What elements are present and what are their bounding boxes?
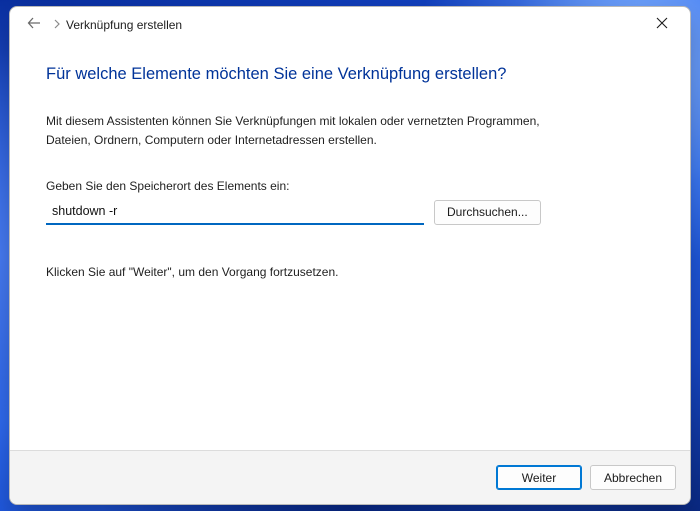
back-button[interactable] [20, 11, 48, 39]
cancel-button[interactable]: Abbrechen [590, 465, 676, 490]
chevron-right-icon [52, 16, 62, 34]
close-button[interactable] [640, 10, 684, 40]
breadcrumb-separator [48, 16, 66, 34]
location-label: Geben Sie den Speicherort des Elements e… [46, 179, 654, 193]
dialog-footer: Weiter Abbrechen [10, 450, 690, 504]
page-headline: Für welche Elemente möchten Sie eine Ver… [46, 65, 654, 84]
create-shortcut-dialog: Verknüpfung erstellen Für welche Element… [9, 6, 691, 505]
back-arrow-icon [26, 15, 42, 36]
location-input[interactable] [46, 199, 424, 225]
next-button[interactable]: Weiter [496, 465, 582, 490]
titlebar: Verknüpfung erstellen [10, 7, 690, 43]
wizard-content: Für welche Elemente möchten Sie eine Ver… [10, 43, 690, 450]
continue-hint: Klicken Sie auf "Weiter", um den Vorgang… [46, 265, 654, 279]
close-icon [656, 16, 668, 34]
location-row: Durchsuchen... [46, 199, 654, 225]
page-description: Mit diesem Assistenten können Sie Verknü… [46, 112, 566, 149]
browse-button[interactable]: Durchsuchen... [434, 200, 541, 225]
breadcrumb-title: Verknüpfung erstellen [66, 18, 182, 32]
